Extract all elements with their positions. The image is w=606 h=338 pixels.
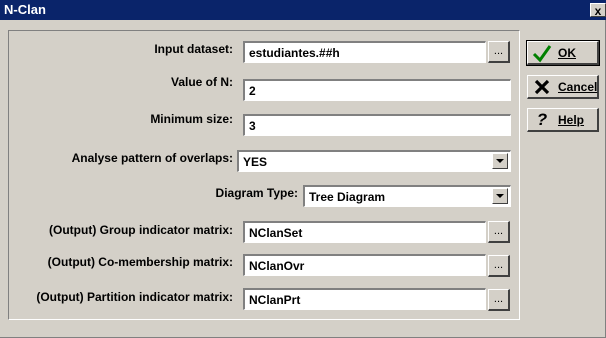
close-button[interactable]: x <box>590 3 606 18</box>
nclan-dialog: N-Clan x Input dataset: estudiantes.##h … <box>0 0 606 338</box>
min-size-label: Minimum size: <box>150 112 233 126</box>
x-icon <box>532 77 552 97</box>
comembership-browse-button[interactable]: ... <box>488 255 510 277</box>
partition-browse-button[interactable]: ... <box>488 289 510 311</box>
group-matrix-browse-button[interactable]: ... <box>488 221 510 243</box>
partition-field[interactable]: NClanPrt <box>243 288 486 310</box>
comembership-label: (Output) Co-membership matrix: <box>47 255 233 269</box>
question-icon: ? <box>536 110 548 129</box>
help-label: Help <box>558 113 585 127</box>
overlaps-dropdown-icon[interactable] <box>492 153 508 169</box>
help-button[interactable]: ? Help <box>527 108 599 132</box>
input-dataset-browse-button[interactable]: ... <box>488 41 510 63</box>
ellipsis-icon: ... <box>493 259 504 271</box>
ellipsis-icon: ... <box>493 45 504 57</box>
group-matrix-field[interactable]: NClanSet <box>243 221 486 243</box>
overlaps-label: Analyse pattern of overlaps: <box>71 151 233 165</box>
title-bar[interactable]: N-Clan x <box>0 0 606 20</box>
overlaps-select[interactable]: YES <box>237 150 511 172</box>
ellipsis-icon: ... <box>493 293 504 305</box>
partition-label: (Output) Partition indicator matrix: <box>36 290 233 304</box>
input-dataset-field[interactable]: estudiantes.##h <box>243 41 486 63</box>
check-icon <box>532 43 552 63</box>
close-icon: x <box>594 4 602 18</box>
diagram-type-value: Tree Diagram <box>309 190 386 204</box>
input-dataset-label: Input dataset: <box>154 42 233 56</box>
ok-label: OK <box>558 46 576 60</box>
diagram-type-dropdown-icon[interactable] <box>492 188 508 204</box>
value-n-field[interactable]: 2 <box>243 79 511 101</box>
window-title: N-Clan <box>4 2 46 17</box>
parameters-panel <box>8 30 520 320</box>
comembership-field[interactable]: NClanOvr <box>243 254 486 276</box>
diagram-type-label: Diagram Type: <box>215 186 298 200</box>
value-n-label: Value of N: <box>170 75 233 89</box>
group-matrix-label: (Output) Group indicator matrix: <box>49 223 233 237</box>
min-size-field[interactable]: 3 <box>243 114 511 136</box>
cancel-label: Cancel <box>558 80 598 94</box>
overlaps-value: YES <box>243 155 268 169</box>
diagram-type-select[interactable]: Tree Diagram <box>303 185 511 207</box>
ellipsis-icon: ... <box>493 225 504 237</box>
cancel-button[interactable]: Cancel <box>527 75 599 99</box>
ok-button[interactable]: OK <box>526 40 600 66</box>
